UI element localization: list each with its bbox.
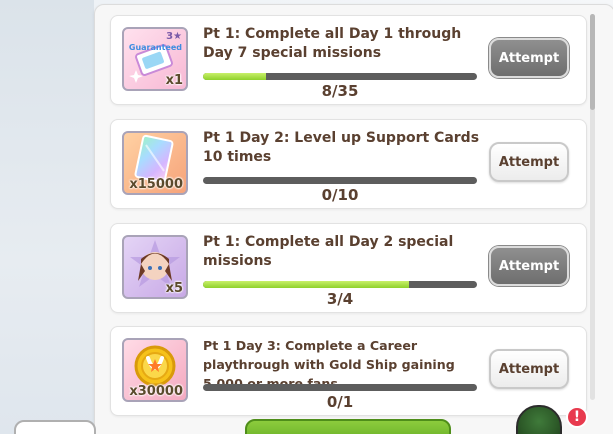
progress-bar [203, 384, 477, 391]
mission-card: x30000 Pt 1 Day 3: Complete a Career pla… [110, 326, 587, 416]
progress-count: 0/1 [326, 393, 354, 411]
attempt-button[interactable]: Attempt [489, 246, 569, 286]
mission-title: Pt 1 Day 2: Level up Support Cards 10 ti… [203, 130, 480, 165]
reward-icon: 3★ Guaranteed x1 [122, 27, 188, 91]
primary-action-button[interactable] [245, 419, 451, 434]
mission-card: x5 Pt 1: Complete all Day 2 special miss… [110, 223, 587, 313]
scroll-thumb[interactable] [590, 14, 595, 110]
progress-fill [203, 73, 266, 80]
reward-quantity: x1 [165, 73, 183, 88]
progress-fill [203, 281, 409, 288]
badge-guaranteed: Guaranteed [128, 43, 182, 52]
reward-quantity: x30000 [129, 384, 183, 399]
progress-count: 0/10 [321, 186, 359, 204]
mission-title: Pt 1: Complete all Day 1 through Day 7 s… [203, 26, 462, 61]
mission-title: Pt 1: Complete all Day 2 special mission… [203, 234, 454, 269]
progress-bar [203, 281, 477, 288]
progress-count: 8/35 [321, 82, 359, 100]
reward-icon: x15000 [122, 131, 188, 195]
attempt-button[interactable]: Attempt [489, 38, 569, 78]
reward-icon: x5 [122, 235, 188, 299]
mission-card: x15000 Pt 1 Day 2: Level up Support Card… [110, 119, 587, 209]
back-button[interactable] [14, 420, 96, 434]
reward-badge: 3★ Guaranteed [129, 31, 182, 53]
attempt-button[interactable]: Attempt [489, 349, 569, 389]
attempt-button[interactable]: Attempt [489, 142, 569, 182]
progress-bar [203, 73, 477, 80]
background-left [0, 0, 94, 434]
mission-card: 3★ Guaranteed x1 Pt 1: Complete all Day … [110, 15, 587, 105]
reward-quantity: x5 [165, 281, 183, 296]
badge-rarity: 3★ [166, 31, 182, 42]
scrollbar[interactable] [590, 14, 595, 400]
reward-quantity: x15000 [129, 177, 183, 192]
notification-badge: ! [566, 406, 588, 428]
progress-count: 3/4 [326, 290, 354, 308]
reward-icon: x30000 [122, 338, 188, 402]
progress-bar [203, 177, 477, 184]
